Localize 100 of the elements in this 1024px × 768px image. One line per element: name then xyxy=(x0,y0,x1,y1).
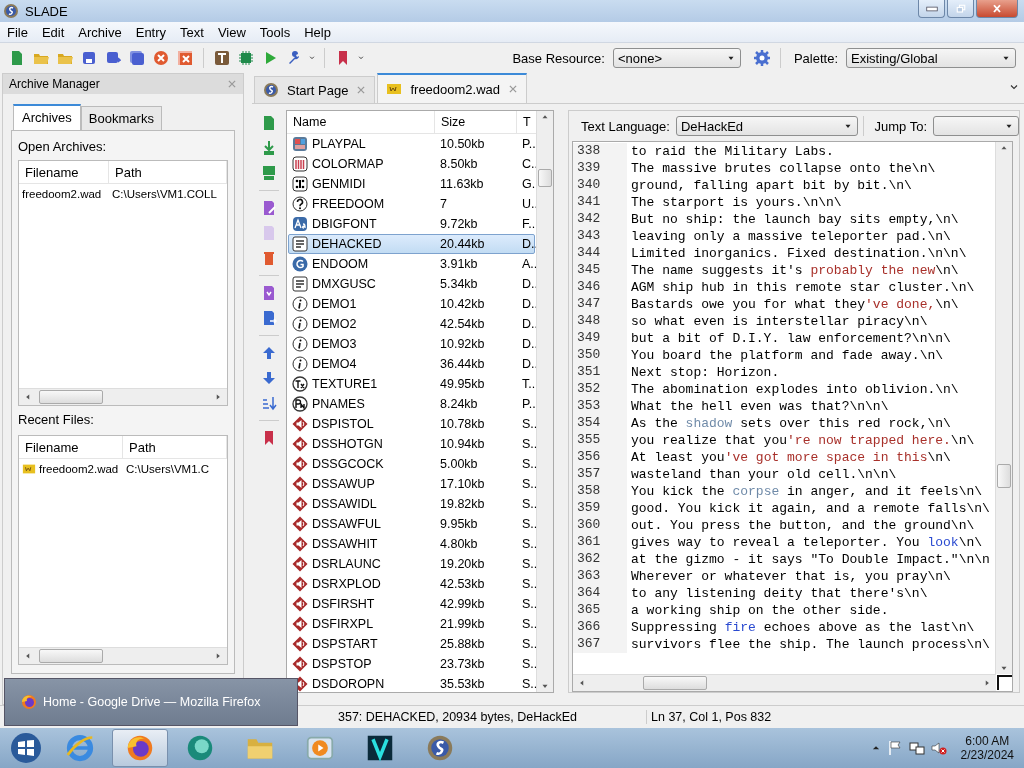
entry-name[interactable]: DSFIRSHT xyxy=(312,597,375,611)
list-row[interactable]: DSPSTOP 23.73kb S.. xyxy=(288,654,535,674)
list-row[interactable]: DSRLAUNC 19.20kb S.. xyxy=(288,554,535,574)
entry-name[interactable]: DSRXPLOD xyxy=(312,577,381,591)
list-row[interactable]: DEMO2 42.54kb D.. xyxy=(288,314,535,334)
list-row[interactable]: DSSAWUP 17.10kb S.. xyxy=(288,474,535,494)
entry-name[interactable]: DSPISTOL xyxy=(312,417,374,431)
table-cell[interactable]: C:\Users\VM1.COLL xyxy=(109,188,227,200)
entry-name[interactable]: DEMO4 xyxy=(312,357,357,371)
entry-name[interactable]: ENDOOM xyxy=(312,257,369,271)
column-header[interactable]: Filename xyxy=(19,161,109,184)
list-row[interactable]: DSSGCOCK 5.00kb S.. xyxy=(288,454,535,474)
close-tab-icon[interactable] xyxy=(508,84,519,94)
tab[interactable]: Bookmarks xyxy=(80,106,162,130)
base-resource-dropdown[interactable]: <none> xyxy=(612,48,741,68)
column-header[interactable]: Path xyxy=(123,436,227,459)
scroll-thumb[interactable] xyxy=(39,390,103,404)
scrollbar[interactable] xyxy=(573,674,996,691)
entry-name[interactable]: COLORMAP xyxy=(312,157,384,171)
table-cell[interactable]: freedoom2.wad xyxy=(22,188,102,200)
entry-name[interactable]: FREEDOOM xyxy=(312,197,385,211)
list-row[interactable]: DEMO3 10.92kb D.. xyxy=(288,334,535,354)
entry-name[interactable]: DBIGFONT xyxy=(312,217,377,231)
table-cell[interactable]: C:\Users\VM1.C xyxy=(123,463,227,475)
list-row[interactable]: DSFIRXPL 21.99kb S.. xyxy=(288,614,535,634)
menu-item[interactable]: File xyxy=(0,24,35,40)
list-row[interactable]: TEXTURE1 49.95kb T.. xyxy=(288,374,535,394)
tab[interactable]: freedoom2.wad xyxy=(377,73,528,103)
entry-name[interactable]: DEHACKED xyxy=(312,237,382,251)
column-header[interactable]: Name xyxy=(287,111,435,133)
menu-item[interactable]: Tools xyxy=(252,24,298,40)
entry-name[interactable]: DSFIRXPL xyxy=(312,617,374,631)
restore-button[interactable] xyxy=(947,0,974,18)
scroll-thumb[interactable] xyxy=(997,464,1011,488)
scrollbar[interactable] xyxy=(19,647,227,664)
entry-name[interactable]: DEMO1 xyxy=(312,297,357,311)
resize-grip[interactable] xyxy=(997,675,1012,690)
list-row[interactable]: DSPISTOL 10.78kb S.. xyxy=(288,414,535,434)
entry-name[interactable]: DSSAWIDL xyxy=(312,497,377,511)
list-row[interactable]: DEMO1 10.42kb D.. xyxy=(288,294,535,314)
clock-time[interactable]: 6:00 AM xyxy=(965,734,1010,748)
window-preview-popup[interactable]: Home - Google Drive — Mozilla Firefox xyxy=(4,678,298,726)
entry-name[interactable]: DMXGUSC xyxy=(312,277,376,291)
list-row[interactable]: COLORMAP 8.50kb C.. xyxy=(288,154,535,174)
scrollbar[interactable] xyxy=(536,111,553,692)
column-header[interactable]: Path xyxy=(109,161,227,184)
volume-muted-icon[interactable] xyxy=(930,740,947,756)
list-row[interactable]: DMXGUSC 5.34kb D.. xyxy=(288,274,535,294)
list-row[interactable]: PNAMES 8.24kb P.. xyxy=(288,394,535,414)
entry-name[interactable]: DSPSTART xyxy=(312,637,378,651)
list-row[interactable]: DEHACKED 20.44kb D.. xyxy=(288,234,535,254)
text-editor[interactable] xyxy=(572,141,1013,692)
menu-item[interactable]: Help xyxy=(297,24,338,40)
jump-to-dropdown[interactable] xyxy=(933,116,1019,136)
list-row[interactable]: ENDOOM 3.91kb A.. xyxy=(288,254,535,274)
menu-item[interactable]: Text xyxy=(173,24,211,40)
entry-name[interactable]: PNAMES xyxy=(312,397,365,411)
menu-item[interactable]: Edit xyxy=(34,24,72,40)
list-row[interactable]: DSSAWHIT 4.80kb S.. xyxy=(288,534,535,554)
list-row[interactable]: FREEDOOM 7 U.. xyxy=(288,194,535,214)
network-icon[interactable] xyxy=(908,740,925,756)
entry-name[interactable]: PLAYPAL xyxy=(312,137,366,151)
list-row[interactable]: DSPSTART 25.88kb S.. xyxy=(288,634,535,654)
taskbar-button[interactable] xyxy=(112,729,168,767)
entry-name[interactable]: DSSGCOCK xyxy=(312,457,384,471)
close-button[interactable] xyxy=(976,0,1018,18)
minimize-button[interactable] xyxy=(918,0,945,18)
list-row[interactable]: DSSHOTGN 10.94kb S.. xyxy=(288,434,535,454)
tab[interactable]: Start Page xyxy=(254,76,376,103)
entry-name[interactable]: DSSHOTGN xyxy=(312,437,383,451)
language-dropdown[interactable]: DeHackEd xyxy=(675,116,858,136)
list-row[interactable]: DSFIRSHT 42.99kb S.. xyxy=(288,594,535,614)
list-row[interactable]: GENMIDI 11.63kb G.. xyxy=(288,174,535,194)
menu-item[interactable]: Entry xyxy=(128,24,174,40)
entry-name[interactable]: DSSAWFUL xyxy=(312,517,381,531)
entry-name[interactable]: DSPSTOP xyxy=(312,657,372,671)
column-header[interactable]: Filename xyxy=(19,436,123,459)
list-row[interactable]: DSRXPLOD 42.53kb S.. xyxy=(288,574,535,594)
list-row[interactable]: DSSAWFUL 9.95kb S.. xyxy=(288,514,535,534)
menu-item[interactable]: Archive xyxy=(71,24,129,40)
palette-dropdown[interactable]: Existing/Global xyxy=(846,48,1016,68)
entry-name[interactable]: DSDOROPN xyxy=(312,677,385,691)
clock-date[interactable]: 2/23/2024 xyxy=(960,748,1014,762)
entry-name[interactable]: DEMO3 xyxy=(312,337,357,351)
column-header[interactable]: Size xyxy=(435,111,517,133)
scroll-thumb[interactable] xyxy=(538,169,552,187)
entry-name[interactable]: GENMIDI xyxy=(312,177,366,191)
menu-item[interactable]: View xyxy=(210,24,253,40)
close-tab-icon[interactable] xyxy=(356,85,367,95)
entry-name[interactable]: DEMO2 xyxy=(312,317,357,331)
tab[interactable]: Archives xyxy=(13,104,81,130)
scroll-thumb[interactable] xyxy=(643,676,707,690)
scrollbar[interactable] xyxy=(19,388,227,405)
list-row[interactable]: DEMO4 36.44kb D.. xyxy=(288,354,535,374)
entry-name[interactable]: TEXTURE1 xyxy=(312,377,378,391)
scrollbar[interactable] xyxy=(995,142,1012,674)
flag-icon[interactable] xyxy=(886,740,903,756)
list-row[interactable]: DBIGFONT 9.72kb F.. xyxy=(288,214,535,234)
table-cell[interactable]: freedoom2.wad xyxy=(39,463,119,475)
entry-name[interactable]: DSRLAUNC xyxy=(312,557,381,571)
